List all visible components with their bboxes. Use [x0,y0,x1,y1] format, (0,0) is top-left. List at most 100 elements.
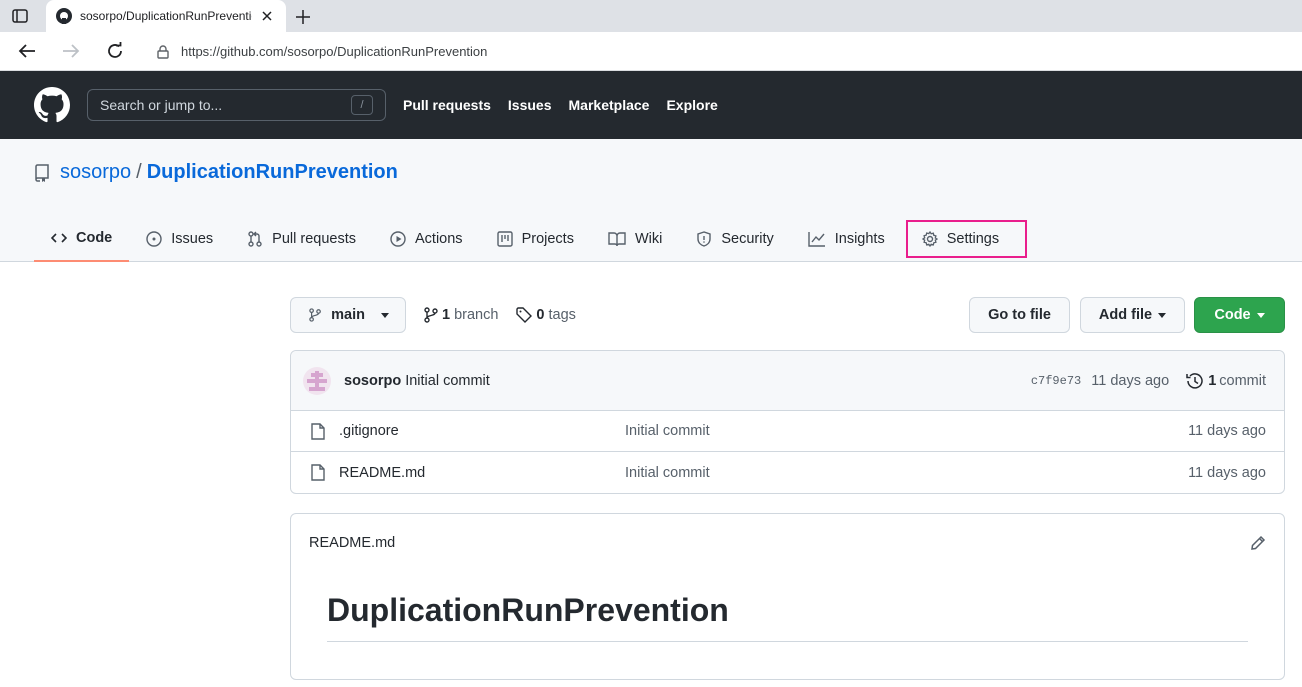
readme-heading: DuplicationRunPrevention [327,592,1248,642]
avatar[interactable] [303,366,331,395]
code-button-label: Code [1214,307,1251,323]
tab-issues[interactable]: Issues [129,216,230,262]
readme-panel: README.md DuplicationRunPrevention [290,513,1285,680]
forward-icon[interactable] [60,40,82,62]
repo-title: sosorpo / DuplicationRunPrevention [34,161,398,184]
branch-name: main [331,307,365,323]
code-button[interactable]: Code [1194,297,1285,333]
commit-age: 11 days ago [1091,372,1170,389]
back-icon[interactable] [16,40,38,62]
file-navigation: main 1 branch 0 tags Go to file Add file… [290,297,1285,333]
url-text: https://github.com/sosorpo/DuplicationRu… [181,44,488,59]
file-commit-message-link[interactable]: Initial commit [625,465,1188,481]
browser-tab[interactable]: sosorpo/DuplicationRunPrevention [46,0,286,32]
branch-label: branch [454,307,499,323]
github-logo-icon[interactable] [34,87,70,123]
reload-icon[interactable] [104,40,126,62]
branch-icon [309,308,321,322]
tab-settings[interactable]: Settings [902,216,1031,262]
chevron-down-icon [381,312,389,318]
file-age: 11 days ago [1188,464,1266,481]
shield-icon [697,231,712,247]
list-item: .gitignore Initial commit 11 days ago [291,411,1284,452]
tab-pull-requests-label: Pull requests [272,231,356,247]
nav-issues[interactable]: Issues [508,97,552,113]
tab-actions-icon[interactable] [10,7,30,25]
search-shortcut-key: / [351,95,373,115]
browser-address-bar: https://github.com/sosorpo/DuplicationRu… [0,32,1302,71]
commit-history-link[interactable]: 1 commit [1186,372,1266,390]
branch-icon [424,307,438,323]
search-input[interactable]: Search or jump to... / [87,89,386,121]
go-to-file-button[interactable]: Go to file [969,297,1070,333]
file-commit-message-link[interactable]: Initial commit [625,423,1188,439]
tab-issues-label: Issues [171,231,214,247]
add-file-button[interactable]: Add file [1080,297,1185,333]
tag-count: 0 [536,307,545,323]
commit-sha-link[interactable]: c7f9e73 [1031,374,1081,388]
browser-tab-bar: sosorpo/DuplicationRunPrevention [0,0,1302,32]
gear-icon [921,231,938,247]
repo-name-link[interactable]: DuplicationRunPrevention [147,161,398,184]
file-name-link[interactable]: .gitignore [339,423,625,439]
list-item: README.md Initial commit 11 days ago [291,452,1284,493]
tag-icon [516,307,533,323]
close-tab-icon[interactable] [260,9,274,23]
tab-actions-label: Actions [415,231,463,247]
play-icon [390,231,406,247]
branch-select-button[interactable]: main [290,297,406,333]
book-icon [608,232,626,247]
branches-link[interactable]: 1 branch [424,307,498,323]
repo-header: sosorpo / DuplicationRunPrevention Code … [0,139,1302,262]
search-placeholder: Search or jump to... [100,97,223,113]
issue-icon [146,231,162,247]
readme-content: DuplicationRunPrevention [291,572,1284,642]
project-icon [496,231,513,247]
readme-filename[interactable]: README.md [309,535,395,551]
latest-commit-row: sosorpo Initial commit c7f9e73 11 days a… [291,351,1284,411]
file-age: 11 days ago [1188,423,1266,439]
nav-marketplace[interactable]: Marketplace [569,97,650,113]
nav-pull-requests[interactable]: Pull requests [403,97,491,113]
tab-projects-label: Projects [521,231,574,247]
tab-actions[interactable]: Actions [373,216,480,262]
chevron-down-icon [1158,312,1167,318]
commit-count-label: commit [1219,372,1266,389]
add-file-label: Add file [1098,307,1153,323]
repo-owner-link[interactable]: sosorpo [60,161,131,184]
tab-wiki[interactable]: Wiki [591,216,679,262]
graph-icon [808,232,825,247]
new-tab-icon[interactable] [292,6,314,28]
tab-code-label: Code [76,230,113,246]
file-icon [311,422,325,440]
readme-header: README.md [291,514,1284,572]
github-header: Search or jump to... / Pull requests Iss… [0,71,1302,139]
url-field[interactable]: https://github.com/sosorpo/DuplicationRu… [143,36,1302,67]
tags-link[interactable]: 0 tags [516,307,576,323]
history-icon [1186,372,1203,389]
tab-insights[interactable]: Insights [791,216,902,262]
commit-author-link[interactable]: sosorpo [344,373,401,389]
tab-pull-requests[interactable]: Pull requests [230,216,373,262]
repo-icon [35,163,49,182]
tab-wiki-label: Wiki [634,231,663,247]
tab-projects[interactable]: Projects [480,216,591,262]
global-nav: Pull requests Issues Marketplace Explore [403,97,735,113]
file-icon [311,464,325,481]
code-icon [51,233,67,243]
repo-main: main 1 branch 0 tags Go to file Add file… [290,297,1285,680]
pencil-icon[interactable] [1250,535,1266,551]
nav-explore[interactable]: Explore [666,97,717,113]
tab-security-label: Security [721,231,774,247]
lock-icon[interactable] [157,44,169,59]
file-name-link[interactable]: README.md [339,465,625,481]
tab-security[interactable]: Security [679,216,790,262]
tab-settings-label: Settings [946,231,1000,247]
tab-code[interactable]: Code [34,216,130,262]
tab-title: sosorpo/DuplicationRunPrevention [80,9,252,23]
repo-separator: / [136,161,142,183]
commit-count: 1 [1208,372,1217,389]
commit-message-link[interactable]: Initial commit [405,373,490,389]
repo-tabs: Code Issues Pull requests Actions Projec… [34,216,1031,262]
file-list: sosorpo Initial commit c7f9e73 11 days a… [290,350,1285,494]
